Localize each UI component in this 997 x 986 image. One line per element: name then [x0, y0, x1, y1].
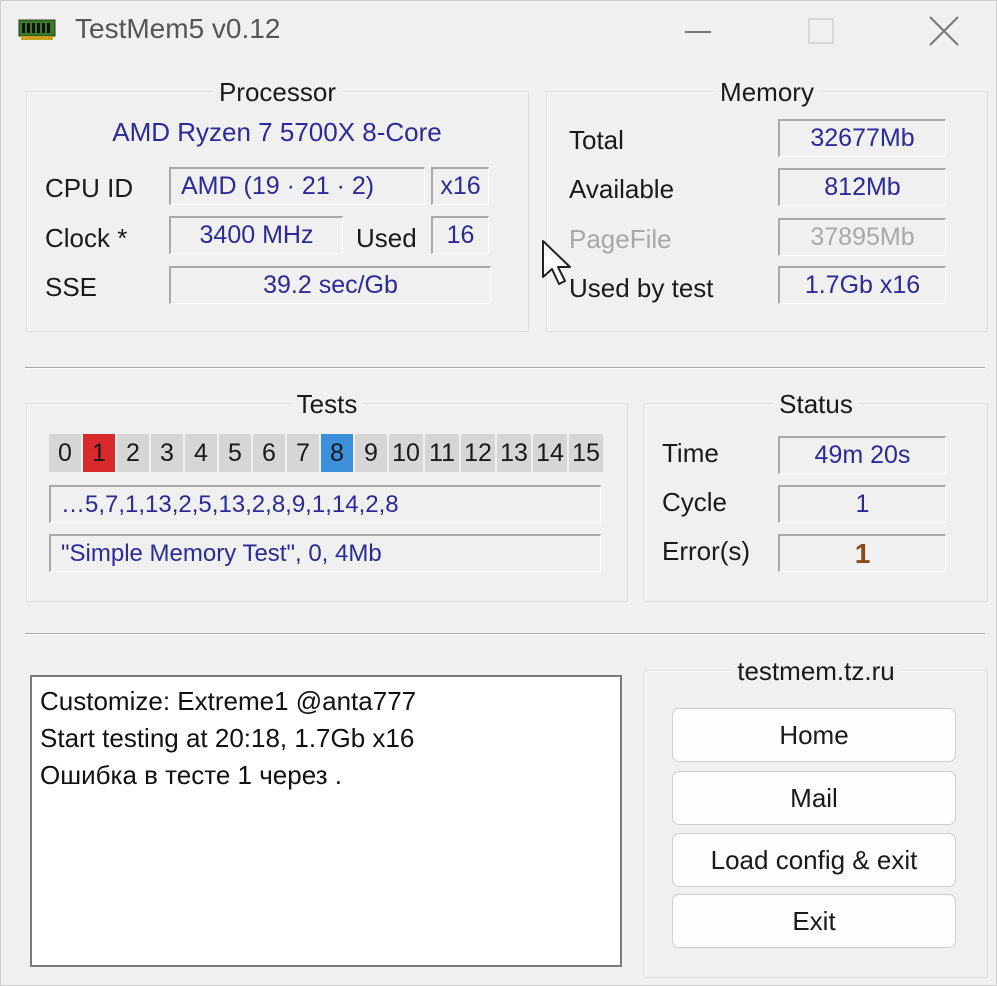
available-label: Available	[569, 174, 675, 204]
used-by-test-field: 1.7Gb x16	[778, 266, 946, 304]
sse-field: 39.2 sec/Gb	[169, 266, 491, 304]
clock-label: Clock *	[45, 223, 128, 253]
minimize-button[interactable]	[668, 7, 728, 55]
window-title: TestMem5 v0.12	[75, 13, 281, 44]
clock-field: 3400 MHz	[169, 216, 343, 254]
close-icon	[929, 16, 959, 46]
test-cell-10: 10	[389, 434, 423, 472]
time-field: 49m 20s	[778, 436, 946, 474]
home-button[interactable]: Home	[672, 708, 956, 762]
test-cell-0: 0	[49, 434, 81, 472]
app-window: TestMem5 v0.12 Processor AMD Ryzen 7 570…	[0, 0, 997, 986]
total-label: Total	[569, 125, 624, 155]
separator	[25, 367, 985, 369]
used-label: Used	[356, 223, 417, 253]
exit-button[interactable]: Exit	[672, 894, 956, 948]
test-cell-2: 2	[117, 434, 149, 472]
links-group-title: testmem.tz.ru	[731, 656, 901, 686]
total-memory-field: 32677Mb	[778, 119, 946, 157]
minimize-icon	[685, 31, 711, 33]
separator	[25, 633, 985, 635]
cpu-id-field: AMD (19 · 21 · 2)	[169, 167, 425, 205]
cpu-id-label: CPU ID	[45, 173, 134, 203]
log-line: Ошибка в тесте 1 через .	[40, 760, 342, 790]
errors-field: 1	[778, 534, 946, 572]
log-line: Customize: Extreme1 @anta777	[40, 686, 417, 716]
load-config-exit-button[interactable]: Load config & exit	[672, 833, 956, 887]
test-cells: 0 1 2 3 4 5 6 7 8 9 10 11 12 13 14 15	[49, 434, 603, 472]
log-box[interactable]: Customize: Extreme1 @anta777 Start testin…	[30, 675, 622, 967]
close-button[interactable]	[914, 7, 974, 55]
mail-button[interactable]: Mail	[672, 771, 956, 825]
used-by-test-label: Used by test	[569, 273, 714, 303]
test-cell-6: 6	[253, 434, 285, 472]
test-cell-11: 11	[425, 434, 459, 472]
cycle-label: Cycle	[662, 487, 728, 517]
maximize-button[interactable]	[791, 7, 851, 55]
test-cell-14: 14	[533, 434, 567, 472]
title-bar[interactable]: TestMem5 v0.12	[1, 1, 997, 63]
maximize-icon	[808, 18, 834, 44]
error-count: 1	[854, 537, 871, 569]
cpu-name: AMD Ryzen 7 5700X 8-Core	[112, 117, 442, 147]
memory-chip-icon	[18, 19, 56, 40]
pagefile-field: 37895Mb	[778, 218, 946, 256]
used-threads-field: 16	[431, 216, 489, 254]
errors-label: Error(s)	[662, 536, 751, 566]
processor-group-title: Processor	[212, 77, 343, 107]
test-cell-5: 5	[219, 434, 251, 472]
time-label: Time	[662, 438, 719, 468]
test-cell-3: 3	[151, 434, 183, 472]
test-cell-1: 1	[83, 434, 115, 472]
pagefile-label: PageFile	[569, 224, 672, 254]
available-memory-field: 812Mb	[778, 168, 946, 206]
mouse-cursor-icon	[542, 240, 571, 285]
memory-group-title: Memory	[714, 77, 820, 107]
test-cell-9: 9	[355, 434, 387, 472]
status-group-title: Status	[773, 389, 859, 419]
test-cell-8: 8	[321, 434, 353, 472]
tests-group-title: Tests	[290, 389, 364, 419]
test-cell-15: 15	[569, 434, 603, 472]
sse-label: SSE	[45, 272, 98, 302]
cycle-field: 1	[778, 485, 946, 523]
current-test-field: "Simple Memory Test", 0, 4Mb	[49, 534, 601, 572]
test-sequence-field: …5,7,1,13,2,5,13,2,8,9,1,14,2,8	[49, 485, 601, 523]
test-cell-12: 12	[461, 434, 495, 472]
log-line: Start testing at 20:18, 1.7Gb x16	[40, 723, 415, 753]
test-cell-7: 7	[287, 434, 319, 472]
test-cell-4: 4	[185, 434, 217, 472]
threads-field: x16	[431, 167, 489, 205]
test-cell-13: 13	[497, 434, 531, 472]
